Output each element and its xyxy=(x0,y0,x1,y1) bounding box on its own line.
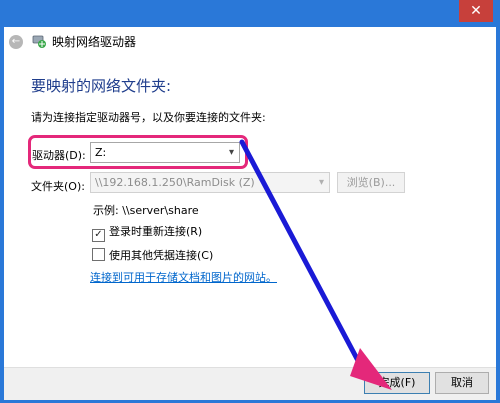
title-bar[interactable]: ✕ xyxy=(0,0,500,28)
page-heading: 要映射的网络文件夹: xyxy=(31,77,172,95)
window-title: 映射网络驱动器 xyxy=(52,35,137,49)
cancel-button[interactable]: 取消 xyxy=(435,372,489,394)
network-drive-icon xyxy=(32,35,46,48)
reconnect-checkbox[interactable]: ✓ xyxy=(92,229,105,242)
back-arrow-icon[interactable]: ← xyxy=(9,35,23,49)
folder-input[interactable]: \\192.168.1.250\RamDisk (Z) ▾ xyxy=(90,172,330,193)
other-credentials-checkbox[interactable] xyxy=(92,248,105,261)
folder-value: \\192.168.1.250\RamDisk (Z) xyxy=(95,176,255,189)
nav-row: ← 映射网络驱动器 xyxy=(4,27,496,57)
close-icon: ✕ xyxy=(470,3,482,19)
finish-button[interactable]: 完成(F) xyxy=(364,372,430,394)
instruction-text: 请为连接指定驱动器号，以及你要连接的文件夹: xyxy=(31,111,266,124)
close-button[interactable]: ✕ xyxy=(459,0,493,22)
drive-highlight-annotation xyxy=(28,135,248,169)
reconnect-label: 登录时重新连接(R) xyxy=(109,225,203,238)
example-text: 示例: \\server\share xyxy=(93,204,199,217)
other-credentials-option[interactable]: 使用其他凭据连接(C) xyxy=(92,247,213,263)
chevron-down-icon: ▾ xyxy=(318,177,324,188)
browse-button[interactable]: 浏览(B)... xyxy=(337,172,405,193)
other-credentials-label: 使用其他凭据连接(C) xyxy=(109,249,214,262)
dialog-window: ✕ ← 映射网络驱动器 要映射的网络文件夹: 请为连接指定驱动器号，以及你要连接… xyxy=(0,0,500,403)
reconnect-option[interactable]: ✓ 登录时重新连接(R) xyxy=(92,223,202,242)
website-link[interactable]: 连接到可用于存储文档和图片的网站。 xyxy=(90,269,277,285)
folder-label: 文件夹(O): xyxy=(31,180,85,193)
dialog-content: ← 映射网络驱动器 要映射的网络文件夹: 请为连接指定驱动器号，以及你要连接的文… xyxy=(4,27,496,367)
